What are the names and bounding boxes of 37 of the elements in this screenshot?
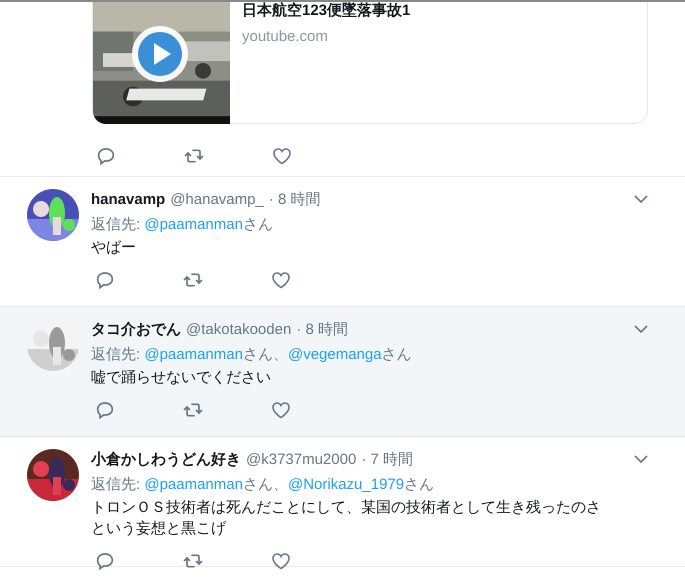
caret-icon[interactable]: [633, 454, 649, 464]
user-handle[interactable]: @k3737mu2000: [246, 450, 356, 468]
reply-line: 返信先: @paamanmanさん、@vegemangaさん: [91, 345, 413, 364]
reply-line: 返信先: @paamanmanさん: [91, 215, 274, 234]
tweet-text: 嘘で踊らせないでください: [91, 368, 271, 388]
tweet-text: トロンＯＳ技術者は死んだことにして、某国の技術者として生き残ったのさ: [91, 498, 601, 518]
tweet-text: やばー: [91, 238, 136, 258]
reply-icon[interactable]: [95, 400, 115, 420]
user-name[interactable]: 小倉かしわうどん好き: [91, 450, 241, 468]
tweet-time[interactable]: · 7 時間: [361, 450, 413, 468]
user-name[interactable]: hanavamp: [91, 190, 166, 208]
user-name[interactable]: タコ介おでん: [91, 320, 181, 338]
mention-link[interactable]: @vegemanga: [288, 346, 382, 363]
tweet-time[interactable]: · 8 時間: [268, 190, 321, 208]
heart-icon[interactable]: [271, 551, 291, 571]
reply-icon[interactable]: [95, 270, 115, 290]
heart-icon[interactable]: [271, 270, 291, 290]
mention-link[interactable]: @paamanman: [144, 476, 243, 493]
link-card[interactable]: 日本航空123便墜落事故1 youtube.com: [92, 2, 648, 124]
mention-link[interactable]: @paamanman: [144, 346, 243, 363]
heart-icon[interactable]: [271, 400, 291, 420]
tweet[interactable]: タコ介おでん @takotakooden · 8 時間 返信先: @paamanmanさん、@vegemangaさん 嘘で踊らせないでください: [0, 307, 685, 437]
mention-link[interactable]: @paamanman: [144, 216, 243, 233]
user-handle[interactable]: @takotakooden: [186, 320, 292, 338]
heart-icon[interactable]: [272, 146, 292, 166]
tweet-text: という妄想と黒こげ: [91, 519, 226, 539]
reply-icon[interactable]: [95, 551, 115, 571]
mention-link[interactable]: @Norikazu_1979: [288, 476, 404, 493]
tweet-time[interactable]: · 8 時間: [296, 320, 348, 338]
reply-line: 返信先: @paamanmanさん、@Norikazu_1979さん: [91, 475, 436, 494]
play-icon[interactable]: [130, 24, 190, 84]
reply-icon[interactable]: [96, 146, 116, 166]
card-domain: youtube.com: [242, 28, 328, 45]
card-title: 日本航空123便墜落事故1: [242, 2, 410, 20]
user-handle[interactable]: @hanavamp_: [170, 190, 264, 208]
caret-icon[interactable]: [633, 324, 649, 334]
caret-icon[interactable]: [633, 194, 649, 204]
